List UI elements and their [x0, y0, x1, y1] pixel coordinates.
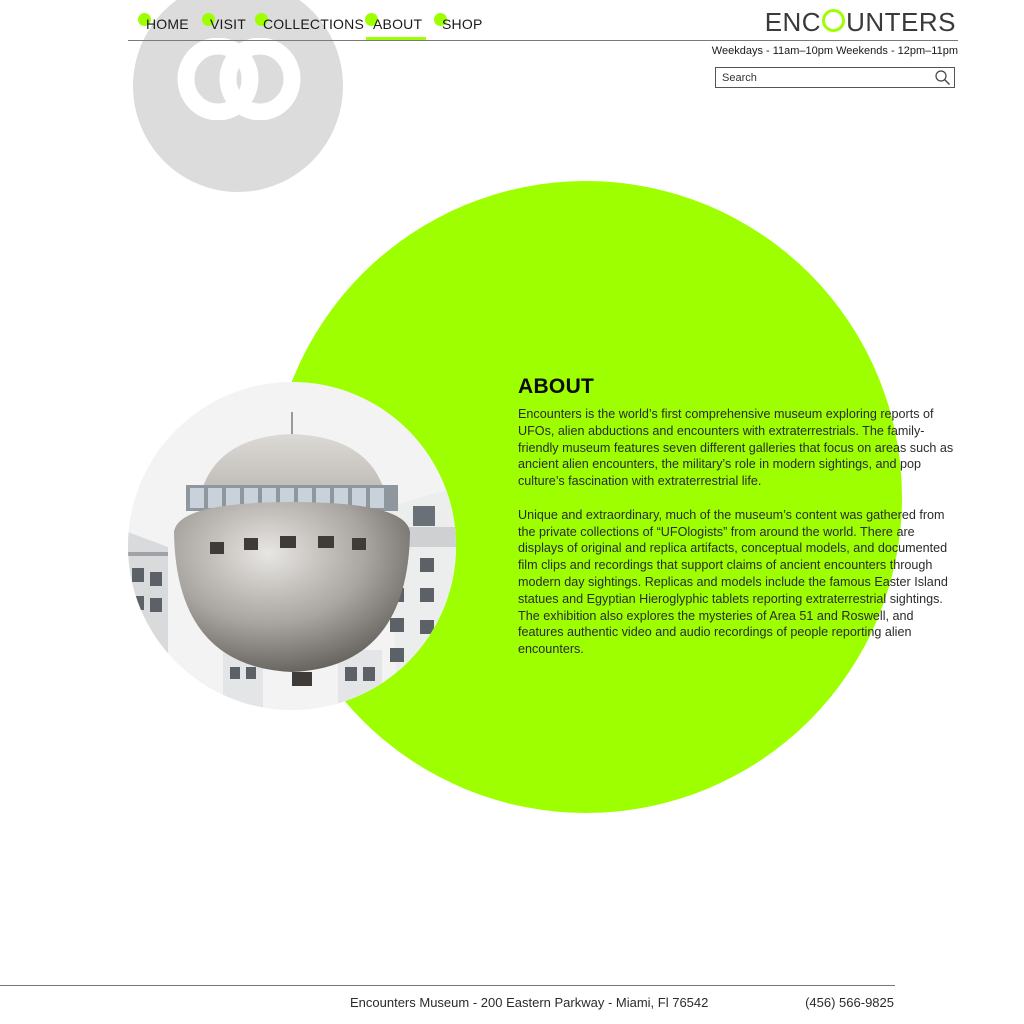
about-body: Encounters is the world’s first comprehe…	[518, 406, 958, 675]
about-heading: ABOUT	[518, 375, 595, 399]
building-illustration	[128, 382, 456, 710]
header-divider	[128, 40, 958, 41]
site-logo[interactable]: ENC UNTERS	[765, 7, 956, 38]
opening-hours: Weekdays - 11am–10pm Weekends - 12pm–11p…	[711, 45, 958, 57]
about-paragraph: Unique and extraordinary, much of the mu…	[518, 507, 948, 657]
nav-item-label: VISIT	[210, 16, 247, 32]
nav-item-label: ABOUT	[373, 16, 423, 32]
nav-item-label: HOME	[146, 16, 189, 32]
museum-building-image	[128, 382, 456, 710]
logo-text-prefix: ENC	[764, 7, 822, 37]
page: HOME VISIT COLLECTIONS ABOUT SHOP ENC UNT…	[0, 0, 1024, 1024]
interlocking-rings-icon	[177, 38, 301, 120]
search-box	[715, 67, 955, 88]
footer-address: Encounters Museum - 200 Eastern Parkway …	[350, 995, 709, 1010]
footer-phone[interactable]: (456) 566-9825	[805, 995, 894, 1010]
logo-text-suffix: UNTERS	[846, 7, 956, 37]
nav-item-label: COLLECTIONS	[263, 16, 364, 32]
nav-item-about[interactable]: ABOUT	[365, 13, 427, 40]
nav-item-label: SHOP	[442, 16, 483, 32]
search-input[interactable]	[722, 69, 922, 86]
nav-item-shop[interactable]: SHOP	[434, 13, 483, 32]
search-icon[interactable]	[934, 69, 951, 86]
nav-item-collections[interactable]: COLLECTIONS	[255, 13, 364, 32]
logo-o-ring	[822, 9, 846, 32]
nav-item-visit[interactable]: VISIT	[202, 13, 247, 32]
footer-divider	[0, 985, 895, 986]
nav-item-home[interactable]: HOME	[138, 13, 189, 32]
about-paragraph: Encounters is the world’s first comprehe…	[518, 407, 954, 489]
